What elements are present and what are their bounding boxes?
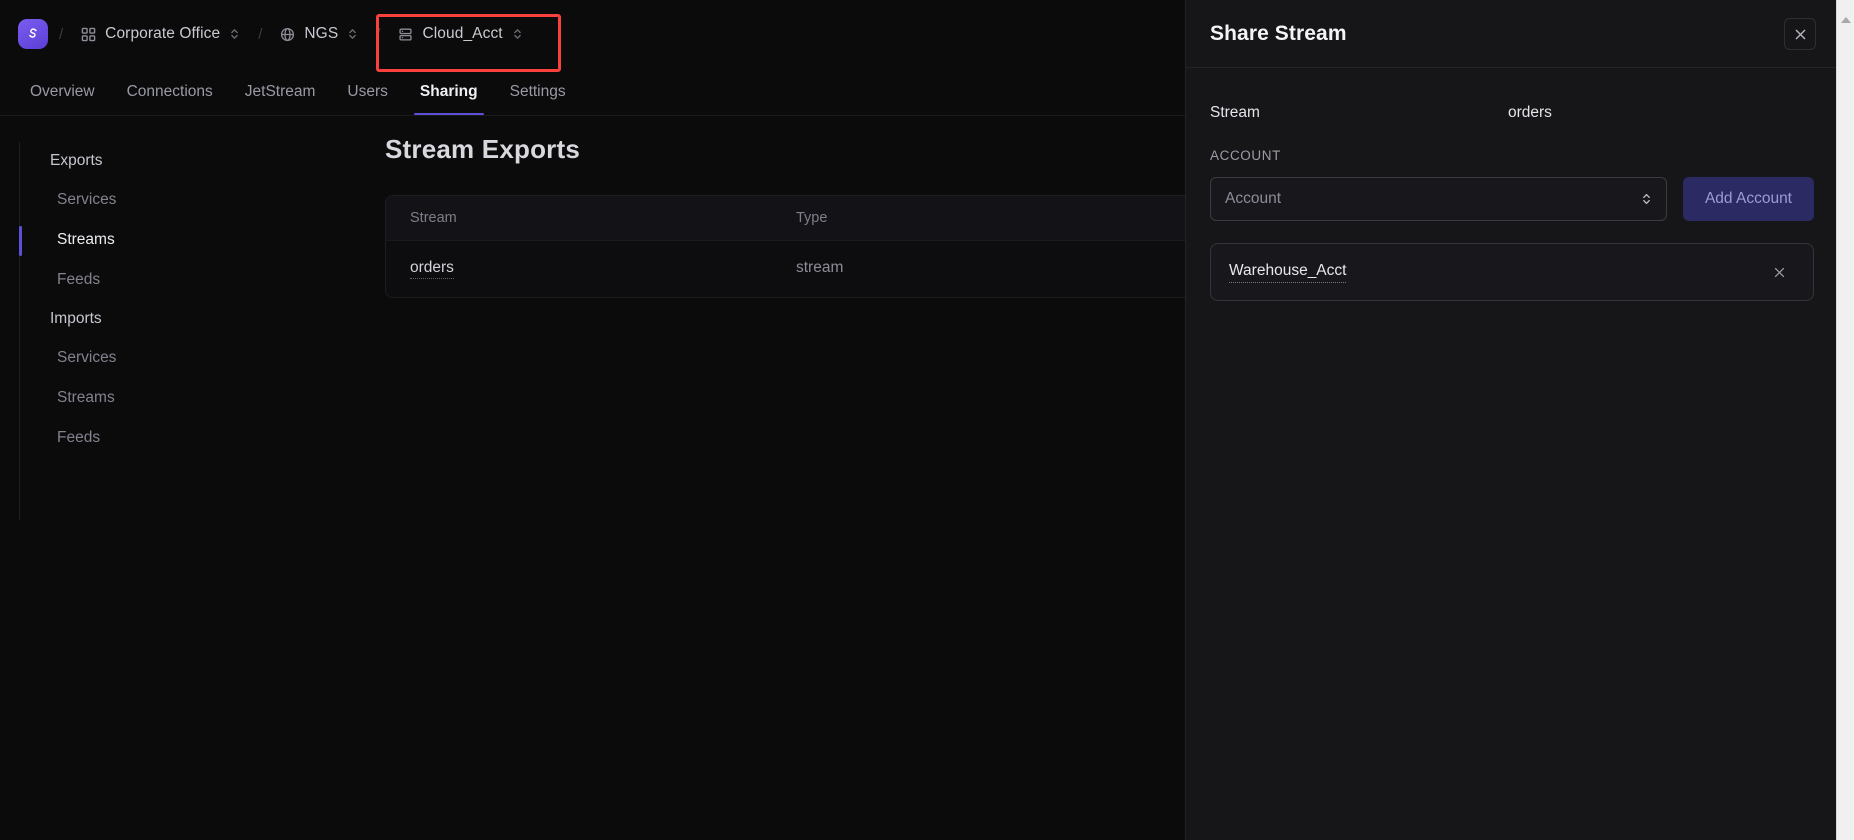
tab-jetstream[interactable]: JetStream (229, 83, 332, 115)
sidebar-item-exports-streams[interactable]: Streams (0, 220, 385, 260)
chevron-updown-icon (1641, 192, 1652, 207)
remove-account-icon[interactable] (1768, 261, 1791, 284)
account-select-placeholder: Account (1225, 190, 1282, 207)
share-stream-drawer: Share Stream Stream orders ACCOUNT Accou… (1185, 0, 1854, 840)
stream-exports-table: Stream Type orders stream (385, 195, 1185, 298)
globe-icon (280, 27, 295, 42)
tab-sharing[interactable]: Sharing (404, 83, 494, 115)
sidebar: Exports Services Streams Feeds Imports S… (0, 116, 385, 840)
account-select-row: Account Add Account (1210, 177, 1814, 221)
breadcrumb-separator-2: / (258, 25, 263, 43)
shared-account-item: Warehouse_Acct (1210, 243, 1814, 301)
sidebar-item-imports-feeds[interactable]: Feeds (0, 418, 385, 458)
breadcrumb-separator-3: / (376, 25, 381, 43)
account-select[interactable]: Account (1210, 177, 1667, 221)
stream-label: Stream (1210, 104, 1260, 121)
server-stack-icon (398, 27, 413, 42)
sidebar-item-exports-services[interactable]: Services (0, 180, 385, 220)
stream-row: Stream orders (1210, 104, 1814, 122)
main-panel: Stream Exports Stream Type orders stream (385, 116, 1185, 840)
tab-users[interactable]: Users (331, 83, 403, 115)
content-area: Exports Services Streams Feeds Imports S… (0, 116, 1185, 840)
tab-bar: Overview Connections JetStream Users Sha… (0, 68, 1185, 116)
page-title: Stream Exports (385, 134, 580, 164)
drawer-title: Share Stream (1210, 21, 1347, 45)
sidebar-group-imports: Imports (50, 310, 102, 327)
breadcrumb-separator-1: / (59, 25, 64, 43)
table-header-row: Stream Type (386, 196, 1185, 240)
tab-settings[interactable]: Settings (494, 83, 582, 115)
sidebar-item-imports-streams[interactable]: Streams (0, 378, 385, 418)
table-row[interactable]: orders stream (386, 240, 1185, 297)
triangle-up-icon[interactable] (1837, 12, 1854, 28)
column-header-stream: Stream (410, 210, 457, 226)
stream-value: orders (1508, 104, 1552, 121)
tab-connections[interactable]: Connections (111, 83, 229, 115)
type-value: stream (796, 259, 844, 276)
app-root: / Corporate Office / NGS / Cloud_Acct Ov… (0, 0, 1854, 840)
breadcrumb: / Corporate Office / NGS / Cloud_Acct (0, 0, 1185, 68)
tab-overview[interactable]: Overview (14, 83, 111, 115)
drawer-header: Share Stream (1186, 0, 1854, 68)
account-section-label: ACCOUNT (1210, 148, 1281, 163)
sidebar-item-imports-services[interactable]: Services (0, 338, 385, 378)
column-header-type: Type (796, 210, 828, 226)
main-area: / Corporate Office / NGS / Cloud_Acct Ov… (0, 0, 1185, 840)
sidebar-item-exports-feeds[interactable]: Feeds (0, 260, 385, 300)
breadcrumb-item-ngs[interactable]: NGS (273, 18, 365, 50)
page-scrollbar[interactable] (1836, 0, 1854, 840)
breadcrumb-label: NGS (304, 25, 339, 42)
chevron-updown-icon[interactable] (512, 27, 523, 41)
breadcrumb-label: Cloud_Acct (422, 25, 503, 42)
add-account-button[interactable]: Add Account (1682, 177, 1814, 221)
breadcrumb-item-corporate-office[interactable]: Corporate Office (74, 18, 247, 50)
chevron-updown-icon[interactable] (347, 27, 358, 41)
breadcrumb-item-cloud-acct[interactable]: Cloud_Acct (391, 18, 529, 50)
close-icon[interactable] (1784, 18, 1816, 50)
drawer-body: Stream orders ACCOUNT Account Add Accoun… (1186, 68, 1854, 301)
chevron-updown-icon[interactable] (229, 27, 240, 41)
breadcrumb-label: Corporate Office (105, 25, 221, 42)
stream-link-orders[interactable]: orders (410, 259, 454, 279)
cell-type: stream (796, 259, 1096, 279)
cell-stream: orders (386, 259, 796, 279)
sidebar-group-exports: Exports (50, 152, 103, 169)
app-logo-icon[interactable] (18, 19, 48, 49)
grid-icon (81, 27, 96, 42)
shared-account-name[interactable]: Warehouse_Acct (1229, 262, 1347, 283)
